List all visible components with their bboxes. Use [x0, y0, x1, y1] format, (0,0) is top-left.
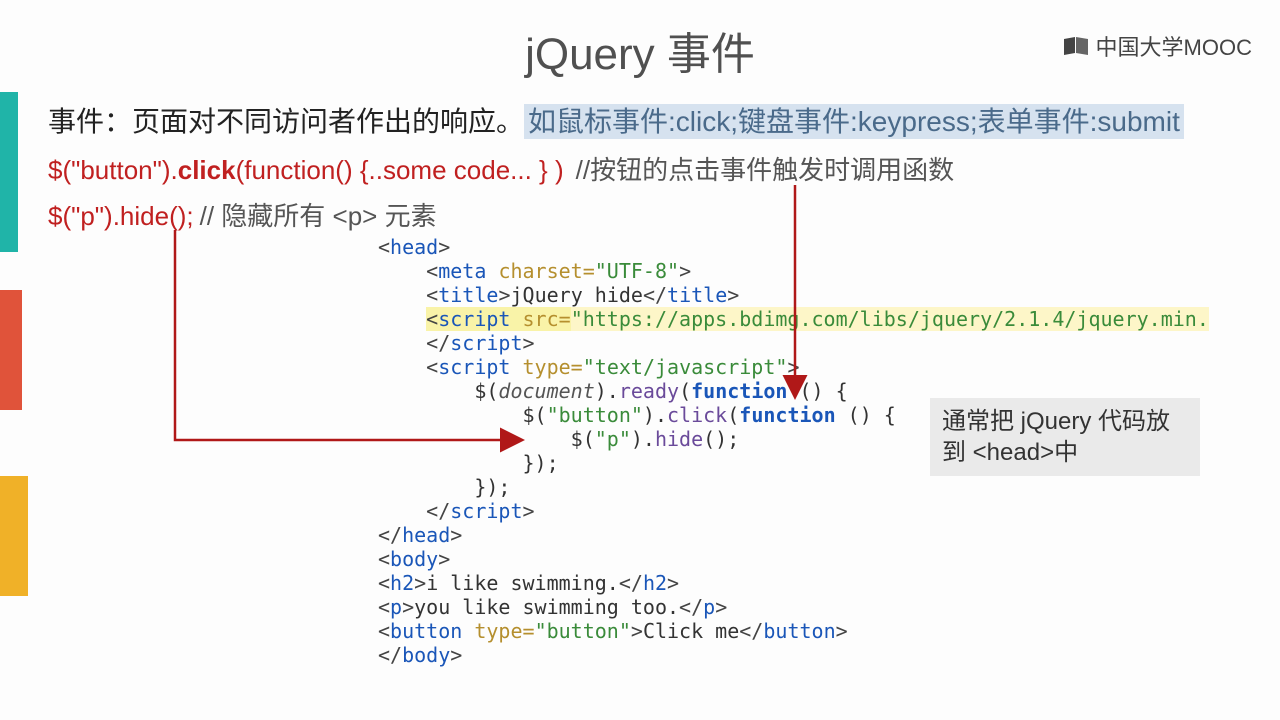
decor-stripe-yellow [0, 476, 28, 596]
side-note: 通常把 jQuery 代码放到 <head>中 [930, 398, 1200, 476]
logo-text: 中国大学MOOC [1096, 30, 1252, 62]
hide-comment: // 隐藏所有 <p> 元素 [200, 201, 437, 231]
click-comment: //按钮的点击事件触发时调用函数 [576, 155, 954, 185]
definition-text: 事件：页面对不同访问者作出的响应。 [48, 106, 524, 137]
definition-examples: 如鼠标事件:click;键盘事件:keypress;表单事件:submit [524, 104, 1184, 139]
hide-example-line: $("p").hide();// 隐藏所有 <p> 元素 [48, 196, 437, 233]
decor-stripe-teal [0, 92, 18, 252]
book-icon [1062, 35, 1090, 57]
click-example-line: $("button").click(function() {..some cod… [48, 150, 954, 187]
definition-line: 事件：页面对不同访问者作出的响应。如鼠标事件:click;键盘事件:keypre… [48, 100, 1184, 140]
logo: 中国大学MOOC [1062, 30, 1252, 62]
decor-stripe-red [0, 290, 22, 410]
